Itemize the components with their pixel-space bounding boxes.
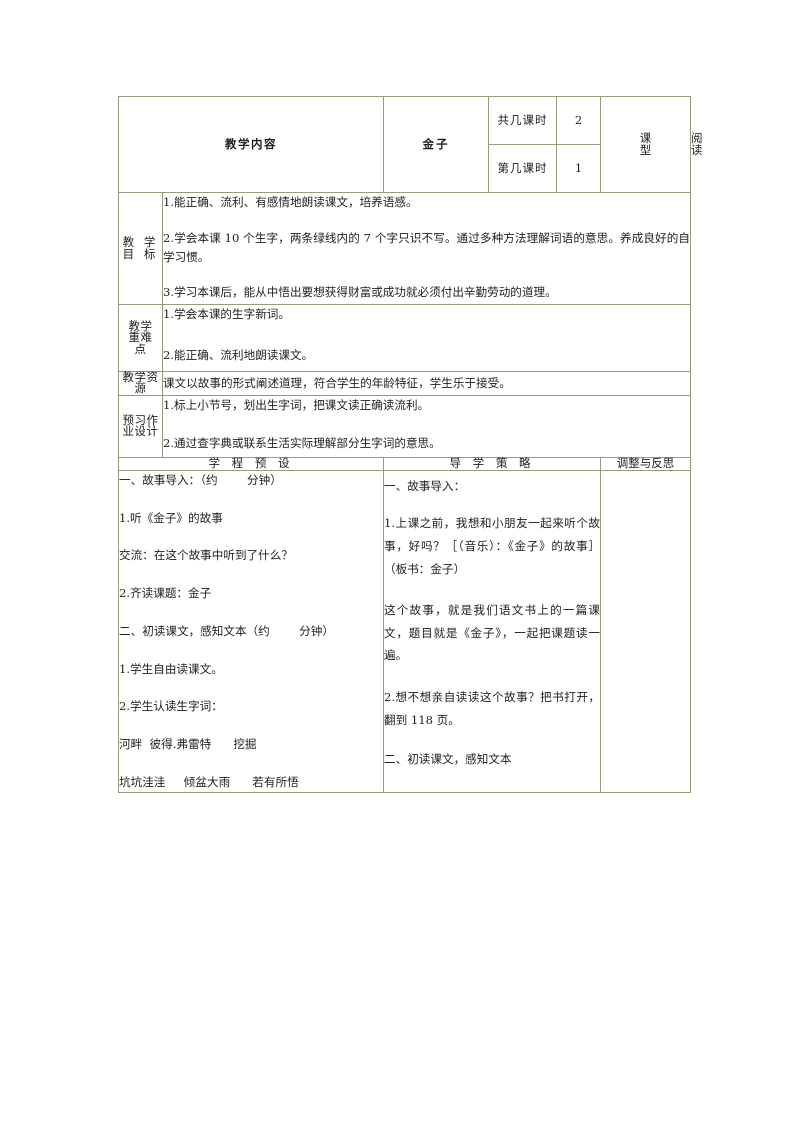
teaching-content-label: 教学内容 xyxy=(118,96,384,193)
process-middle-column: 一、故事导入： 1.上课之前，我想和小朋友一起来听个故事，好吗？［（音乐）：《金… xyxy=(383,469,601,793)
process-left-line: 2.齐读课题：金子 xyxy=(119,586,212,601)
preview-label: 预习作 业设计 xyxy=(118,394,163,459)
preview-row: 预习作 业设计 1.标上小节号，划出生字词，把课文读正确读流利。 2.通过查字典… xyxy=(118,394,691,459)
lesson-title: 金子 xyxy=(383,96,489,193)
preview-label-line-2: 业设计 xyxy=(122,424,159,439)
document-page: 教学内容 金子 共几课时 2 课 型 阅读 第几课时 1 教 学 目 标 1.能… xyxy=(0,0,794,1123)
lesson-type-label-char-2: 型 xyxy=(639,142,652,157)
process-left-column: 一、故事导入：（约 分钟） 1.听《金子》的故事 交流：在这个故事中听到了什么？… xyxy=(118,469,384,793)
process-middle-line: 2.想不想亲自读读这个故事？把书打开，翻到 118 页。 xyxy=(384,689,600,727)
process-header-right: 调整与反思 xyxy=(600,457,691,471)
resources-label-line-2: 源 xyxy=(134,381,147,396)
preview-item: 2.通过查字典或联系生活实际理解部分生字词的意思。 xyxy=(163,436,441,451)
objectives-label: 教 学 目 标 xyxy=(118,191,163,306)
resources-row: 教学资 源 课文以故事的形式阐述道理，符合学生的年龄特征，学生乐于接受。 xyxy=(118,370,691,396)
key-points-label: 教学 重难 点 xyxy=(118,304,163,372)
preview-content: 1.标上小节号，划出生字词，把课文读正确读流利。 2.通过查字典或联系生活实际理… xyxy=(162,394,691,459)
process-left-line: 坑坑洼洼 倾盆大雨 若有所悟 xyxy=(119,775,299,789)
total-periods-value: 2 xyxy=(556,96,601,145)
process-body-row: 一、故事导入：（约 分钟） 1.听《金子》的故事 交流：在这个故事中听到了什么？… xyxy=(118,469,691,793)
process-left-line: 1.学生自由读课文。 xyxy=(119,661,223,676)
resources-label: 教学资 源 xyxy=(118,370,163,396)
process-left-line: 二、初读课文，感知文本（约 分钟） xyxy=(119,623,334,638)
resources-content: 课文以故事的形式阐述道理，符合学生的年龄特征，学生乐于接受。 xyxy=(162,370,691,396)
process-middle-line: 一、故事导入： xyxy=(384,478,466,493)
process-left-line: 一、故事导入：（约 分钟） xyxy=(119,472,282,487)
process-header-row: 学 程 预 设 导 学 策 略 调整与反思 xyxy=(118,457,691,471)
process-left-line: 1.听《金子》的故事 xyxy=(119,510,223,525)
objective-item: 1.能正确、流利、有感情地朗读课文，培养语感。 xyxy=(163,195,418,209)
process-header-left: 学 程 预 设 xyxy=(118,457,384,471)
current-period-value: 1 xyxy=(556,144,601,193)
key-points-label-line-3: 点 xyxy=(134,341,147,356)
header-row: 教学内容 金子 共几课时 2 课 型 阅读 xyxy=(118,96,703,193)
resources-text: 课文以故事的形式阐述道理，符合学生的年龄特征，学生乐于接受。 xyxy=(163,375,511,390)
key-points-content: 1.学会本课的生字新词。 2.能正确、流利地朗读课文。 xyxy=(162,304,691,372)
objective-item: 3.学习本课后，能从中悟出要想获得财富或成功就必须付出辛勤劳动的道理。 xyxy=(163,285,557,300)
total-periods-label: 共几课时 xyxy=(488,96,557,145)
process-middle-line: 1.上课之前，我想和小朋友一起来听个故事，好吗？［（音乐）：《金子》的故事］（板… xyxy=(384,516,600,576)
objective-item: 2.学会本课 10 个生字，两条绿线内的 7 个字只识不写。通过多种方法理解词语… xyxy=(163,230,690,264)
objectives-row: 教 学 目 标 1.能正确、流利、有感情地朗读课文，培养语感。 2.学会本课 1… xyxy=(118,191,691,306)
process-right-column xyxy=(600,469,691,793)
current-period-label: 第几课时 xyxy=(488,144,557,193)
key-points-row: 教学 重难 点 1.学会本课的生字新词。 2.能正确、流利地朗读课文。 xyxy=(118,304,691,372)
process-header-middle: 导 学 策 略 xyxy=(383,457,601,471)
lesson-type-label: 课 型 xyxy=(600,96,691,193)
preview-item: 1.标上小节号，划出生字词，把课文读正确读流利。 xyxy=(163,397,430,412)
key-point-item: 2.能正确、流利地朗读课文。 xyxy=(163,347,314,362)
lesson-plan-table: 教学内容 金子 共几课时 2 课 型 阅读 第几课时 1 教 学 目 标 1.能… xyxy=(118,96,703,793)
process-left-line: 交流：在这个故事中听到了什么？ xyxy=(119,548,293,563)
key-point-item: 1.学会本课的生字新词。 xyxy=(163,307,290,322)
objectives-label-line-2: 目 标 xyxy=(122,246,159,261)
process-left-line: 2.学生认读生字词： xyxy=(119,699,223,714)
process-left-line: 河畔 彼得.弗雷特 挖掘 xyxy=(119,737,257,752)
process-middle-line: 这个故事，就是我们语文书上的一篇课文，题目就是《金子》，一起把课题读一遍。 xyxy=(384,603,600,663)
objectives-content: 1.能正确、流利、有感情地朗读课文，培养语感。 2.学会本课 10 个生字，两条… xyxy=(162,191,691,306)
process-middle-line: 二、初读课文，感知文本 xyxy=(384,752,512,767)
